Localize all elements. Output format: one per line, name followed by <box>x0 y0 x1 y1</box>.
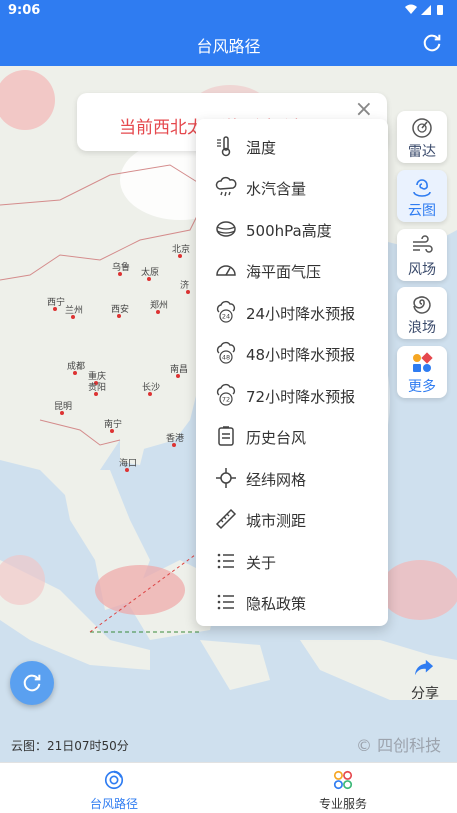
menu-item-about[interactable]: 关于 <box>196 541 388 582</box>
city-label: 郑州 <box>150 301 169 311</box>
city-label: 西安 <box>111 305 130 315</box>
refresh-location-button[interactable] <box>10 661 54 705</box>
bottom-tab-bar: 台风路径 专业服务 <box>0 762 457 813</box>
list-icon <box>217 553 234 569</box>
status-time: 9:06 <box>8 3 41 18</box>
city-label: 南宁 <box>104 420 123 430</box>
status-icons <box>403 3 447 20</box>
wind-button[interactable]: 风场 <box>397 229 447 281</box>
menu-item-label: 温度 <box>246 139 277 157</box>
city-label: 太原 <box>141 268 160 278</box>
more-grid-icon <box>413 352 433 372</box>
layer-menu: 温度 水汽含量 500hPa高度 海平面气压 24 24小时降水预报 48 48… <box>196 119 388 626</box>
city-label: 西宁 <box>47 298 66 308</box>
services-grid-icon <box>333 770 353 790</box>
menu-item-city-distance[interactable]: 城市测距 <box>196 499 388 540</box>
share-button[interactable]: 分享 <box>401 654 449 708</box>
city-label: 昆明 <box>54 402 73 412</box>
menu-item-label: 经纬网格 <box>246 471 307 489</box>
cloud-rain-icon <box>215 176 237 197</box>
city-label: 济 <box>180 281 190 291</box>
layers-icon <box>216 221 236 237</box>
radar-button[interactable]: 雷达 <box>397 111 447 163</box>
svg-text:24: 24 <box>222 313 230 321</box>
refresh-icon <box>23 674 41 692</box>
wave-swirl-icon <box>413 296 431 314</box>
city-label: 成都 <box>67 362 86 372</box>
menu-item-label: 城市测距 <box>246 512 307 530</box>
menu-item-label: 关于 <box>246 554 277 572</box>
city-label: 北京 <box>172 245 191 255</box>
menu-item-temperature[interactable]: 温度 <box>196 126 388 167</box>
ruler-icon <box>215 508 237 530</box>
cloud-swirl-icon <box>413 179 431 197</box>
city-label: 南昌 <box>170 365 189 375</box>
more-button[interactable]: 更多 <box>397 346 447 398</box>
menu-item-grid[interactable]: 经纬网格 <box>196 458 388 499</box>
menu-item-rain-24h[interactable]: 24 24小时降水预报 <box>196 292 388 333</box>
menu-item-500hpa[interactable]: 500hPa高度 <box>196 209 388 250</box>
refresh-icon[interactable] <box>421 32 443 54</box>
menu-item-rain-72h[interactable]: 72 72小时降水预报 <box>196 375 388 416</box>
tab-typhoon-path[interactable]: 台风路径 <box>0 763 228 813</box>
menu-item-label: 24小时降水预报 <box>246 305 356 323</box>
app-bar: 台风路径 <box>0 22 457 66</box>
menu-item-label: 48小时降水预报 <box>246 346 356 364</box>
watermark: © 四创科技 <box>356 736 442 755</box>
menu-item-privacy[interactable]: 隐私政策 <box>196 582 388 623</box>
cloud-button[interactable]: 云图 <box>397 170 447 222</box>
wifi-icon <box>405 4 417 14</box>
gauge-icon <box>216 265 236 276</box>
city-label: 贵阳 <box>88 383 107 393</box>
status-bar: 9:06 <box>0 0 457 22</box>
menu-item-water-vapor[interactable]: 水汽含量 <box>196 167 388 208</box>
wind-icon <box>413 235 433 253</box>
svg-text:72: 72 <box>222 396 230 404</box>
menu-item-label: 历史台风 <box>246 429 307 447</box>
menu-item-rain-48h[interactable]: 48 48小时降水预报 <box>196 333 388 374</box>
rain-48h-icon: 48 <box>216 341 236 364</box>
city-label: 海口 <box>119 459 138 469</box>
share-label: 分享 <box>411 686 439 702</box>
rain-24h-icon: 24 <box>216 300 236 323</box>
page-title: 台风路径 <box>196 37 261 56</box>
menu-item-label: 500hPa高度 <box>246 222 332 240</box>
battery-icon <box>437 5 443 15</box>
menu-item-label: 海平面气压 <box>246 263 322 281</box>
share-arrow-icon <box>414 659 434 676</box>
thermometer-icon <box>217 136 231 157</box>
signal-icon <box>421 5 431 15</box>
typhoon-icon <box>104 770 124 790</box>
cloud-image-time: 云图：21日07时50分 <box>11 739 129 753</box>
city-label: 长沙 <box>142 383 161 393</box>
radar-icon <box>412 118 432 138</box>
city-label: 乌鲁 <box>112 263 131 273</box>
menu-item-sea-pressure[interactable]: 海平面气压 <box>196 250 388 291</box>
cloud-label: 云图 <box>408 203 436 219</box>
tab-label: 专业服务 <box>318 797 367 811</box>
menu-item-label: 72小时降水预报 <box>246 388 356 406</box>
wind-label: 风场 <box>408 262 436 278</box>
history-list-icon <box>218 426 234 446</box>
radar-label: 雷达 <box>408 144 436 160</box>
list-icon <box>217 594 234 610</box>
crosshair-icon <box>216 468 236 488</box>
tab-label: 台风路径 <box>89 797 138 811</box>
tab-pro-service[interactable]: 专业服务 <box>229 763 457 813</box>
menu-item-history-typhoon[interactable]: 历史台风 <box>196 416 388 457</box>
city-label: 兰州 <box>65 306 84 316</box>
wave-button[interactable]: 浪场 <box>397 287 447 339</box>
menu-item-label: 水汽含量 <box>246 180 307 198</box>
rain-72h-icon: 72 <box>216 383 236 406</box>
more-label: 更多 <box>408 379 436 395</box>
menu-item-label: 隐私政策 <box>246 595 307 613</box>
svg-text:48: 48 <box>222 354 230 362</box>
city-label: 香港 <box>166 434 185 444</box>
wave-label: 浪场 <box>408 320 436 336</box>
